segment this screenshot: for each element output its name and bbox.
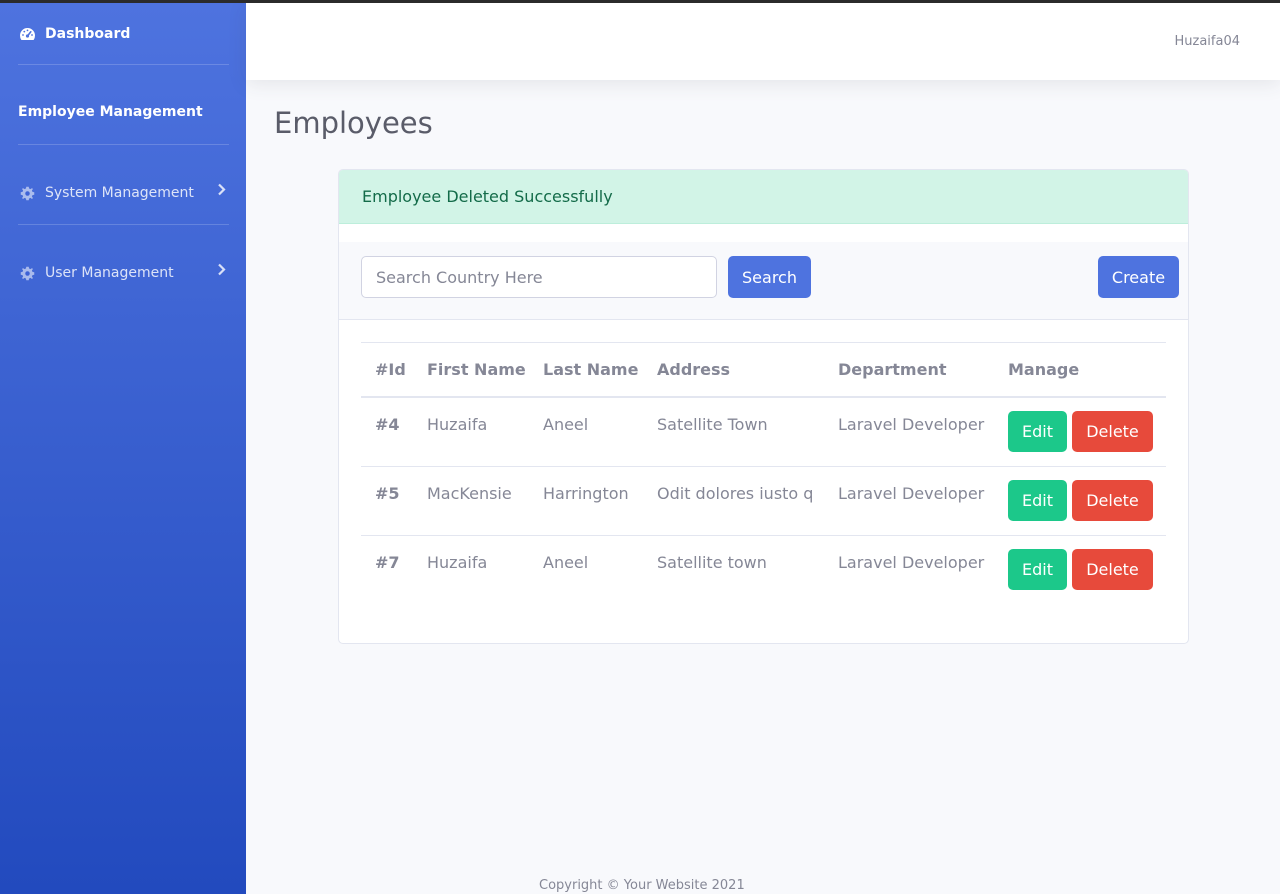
- footer-copyright: Copyright © Your Website 2021: [539, 878, 745, 893]
- sidebar: Dashboard Employee Management System Man…: [0, 3, 246, 894]
- chevron-right-icon[interactable]: [217, 263, 226, 280]
- search-input[interactable]: [361, 256, 717, 298]
- user-menu[interactable]: Huzaifa04: [1174, 34, 1240, 49]
- table-header: #Id First Name Last Name Address Departm…: [361, 342, 1166, 398]
- success-alert: Employee Deleted Successfully: [339, 170, 1188, 224]
- tachometer-icon: [18, 25, 36, 43]
- column-header-manage: Manage: [1008, 360, 1080, 379]
- cell-first-name: Huzaifa: [427, 415, 488, 434]
- sidebar-item-user-management[interactable]: User Management: [18, 264, 174, 282]
- edit-button[interactable]: Edit: [1008, 549, 1067, 590]
- gear-icon: [18, 184, 36, 202]
- employees-table: #Id First Name Last Name Address Departm…: [361, 342, 1166, 605]
- gear-icon: [18, 264, 36, 282]
- sidebar-divider: [18, 64, 229, 65]
- cell-last-name: Harrington: [543, 484, 629, 503]
- sidebar-item-dashboard[interactable]: Dashboard: [18, 25, 130, 43]
- cell-department: Laravel Developer: [838, 484, 985, 503]
- sidebar-item-system-management[interactable]: System Management: [18, 184, 194, 202]
- column-header-first-name: First Name: [427, 360, 526, 379]
- cell-address: Satellite Town: [657, 415, 768, 434]
- edit-button[interactable]: Edit: [1008, 480, 1067, 521]
- cell-last-name: Aneel: [543, 415, 589, 434]
- table-row: #7 Huzaifa Aneel Satellite town Laravel …: [361, 536, 1166, 605]
- cell-last-name: Aneel: [543, 553, 589, 572]
- create-button[interactable]: Create: [1098, 256, 1179, 298]
- cell-first-name: Huzaifa: [427, 553, 488, 572]
- sidebar-item-label: User Management: [45, 265, 174, 281]
- table-row: #5 MacKensie Harrington Odit dolores ius…: [361, 467, 1166, 536]
- delete-button[interactable]: Delete: [1072, 549, 1153, 590]
- sidebar-divider: [18, 144, 229, 145]
- column-header-address: Address: [657, 360, 731, 379]
- sidebar-divider: [18, 224, 229, 225]
- cell-id: #5: [375, 484, 400, 503]
- window-top-strip: [0, 0, 1280, 3]
- page-title: Employees: [274, 106, 433, 140]
- cell-department: Laravel Developer: [838, 553, 985, 572]
- cell-address: Odit dolores iusto q: [657, 484, 814, 503]
- sidebar-item-employee-management[interactable]: Employee Management: [18, 104, 203, 120]
- cell-id: #7: [375, 553, 400, 572]
- employees-card: Employee Deleted Successfully Search Cre…: [338, 169, 1189, 644]
- delete-button[interactable]: Delete: [1072, 411, 1153, 452]
- column-header-id: #Id: [375, 360, 406, 379]
- cell-id: #4: [375, 415, 400, 434]
- card-toolbar: Search Create: [339, 242, 1188, 320]
- column-header-last-name: Last Name: [543, 360, 639, 379]
- topbar: Huzaifa04: [246, 3, 1280, 80]
- delete-button[interactable]: Delete: [1072, 480, 1153, 521]
- alert-message: Employee Deleted Successfully: [362, 187, 613, 206]
- cell-address: Satellite town: [657, 553, 767, 572]
- table-row: #4 Huzaifa Aneel Satellite Town Laravel …: [361, 398, 1166, 467]
- sidebar-item-label: Dashboard: [45, 26, 131, 42]
- column-header-department: Department: [838, 360, 947, 379]
- chevron-right-icon[interactable]: [217, 183, 226, 200]
- search-button[interactable]: Search: [728, 256, 811, 298]
- edit-button[interactable]: Edit: [1008, 411, 1067, 452]
- sidebar-item-label: Employee Management: [18, 104, 203, 120]
- sidebar-item-label: System Management: [45, 185, 194, 201]
- cell-first-name: MacKensie: [427, 484, 512, 503]
- cell-department: Laravel Developer: [838, 415, 985, 434]
